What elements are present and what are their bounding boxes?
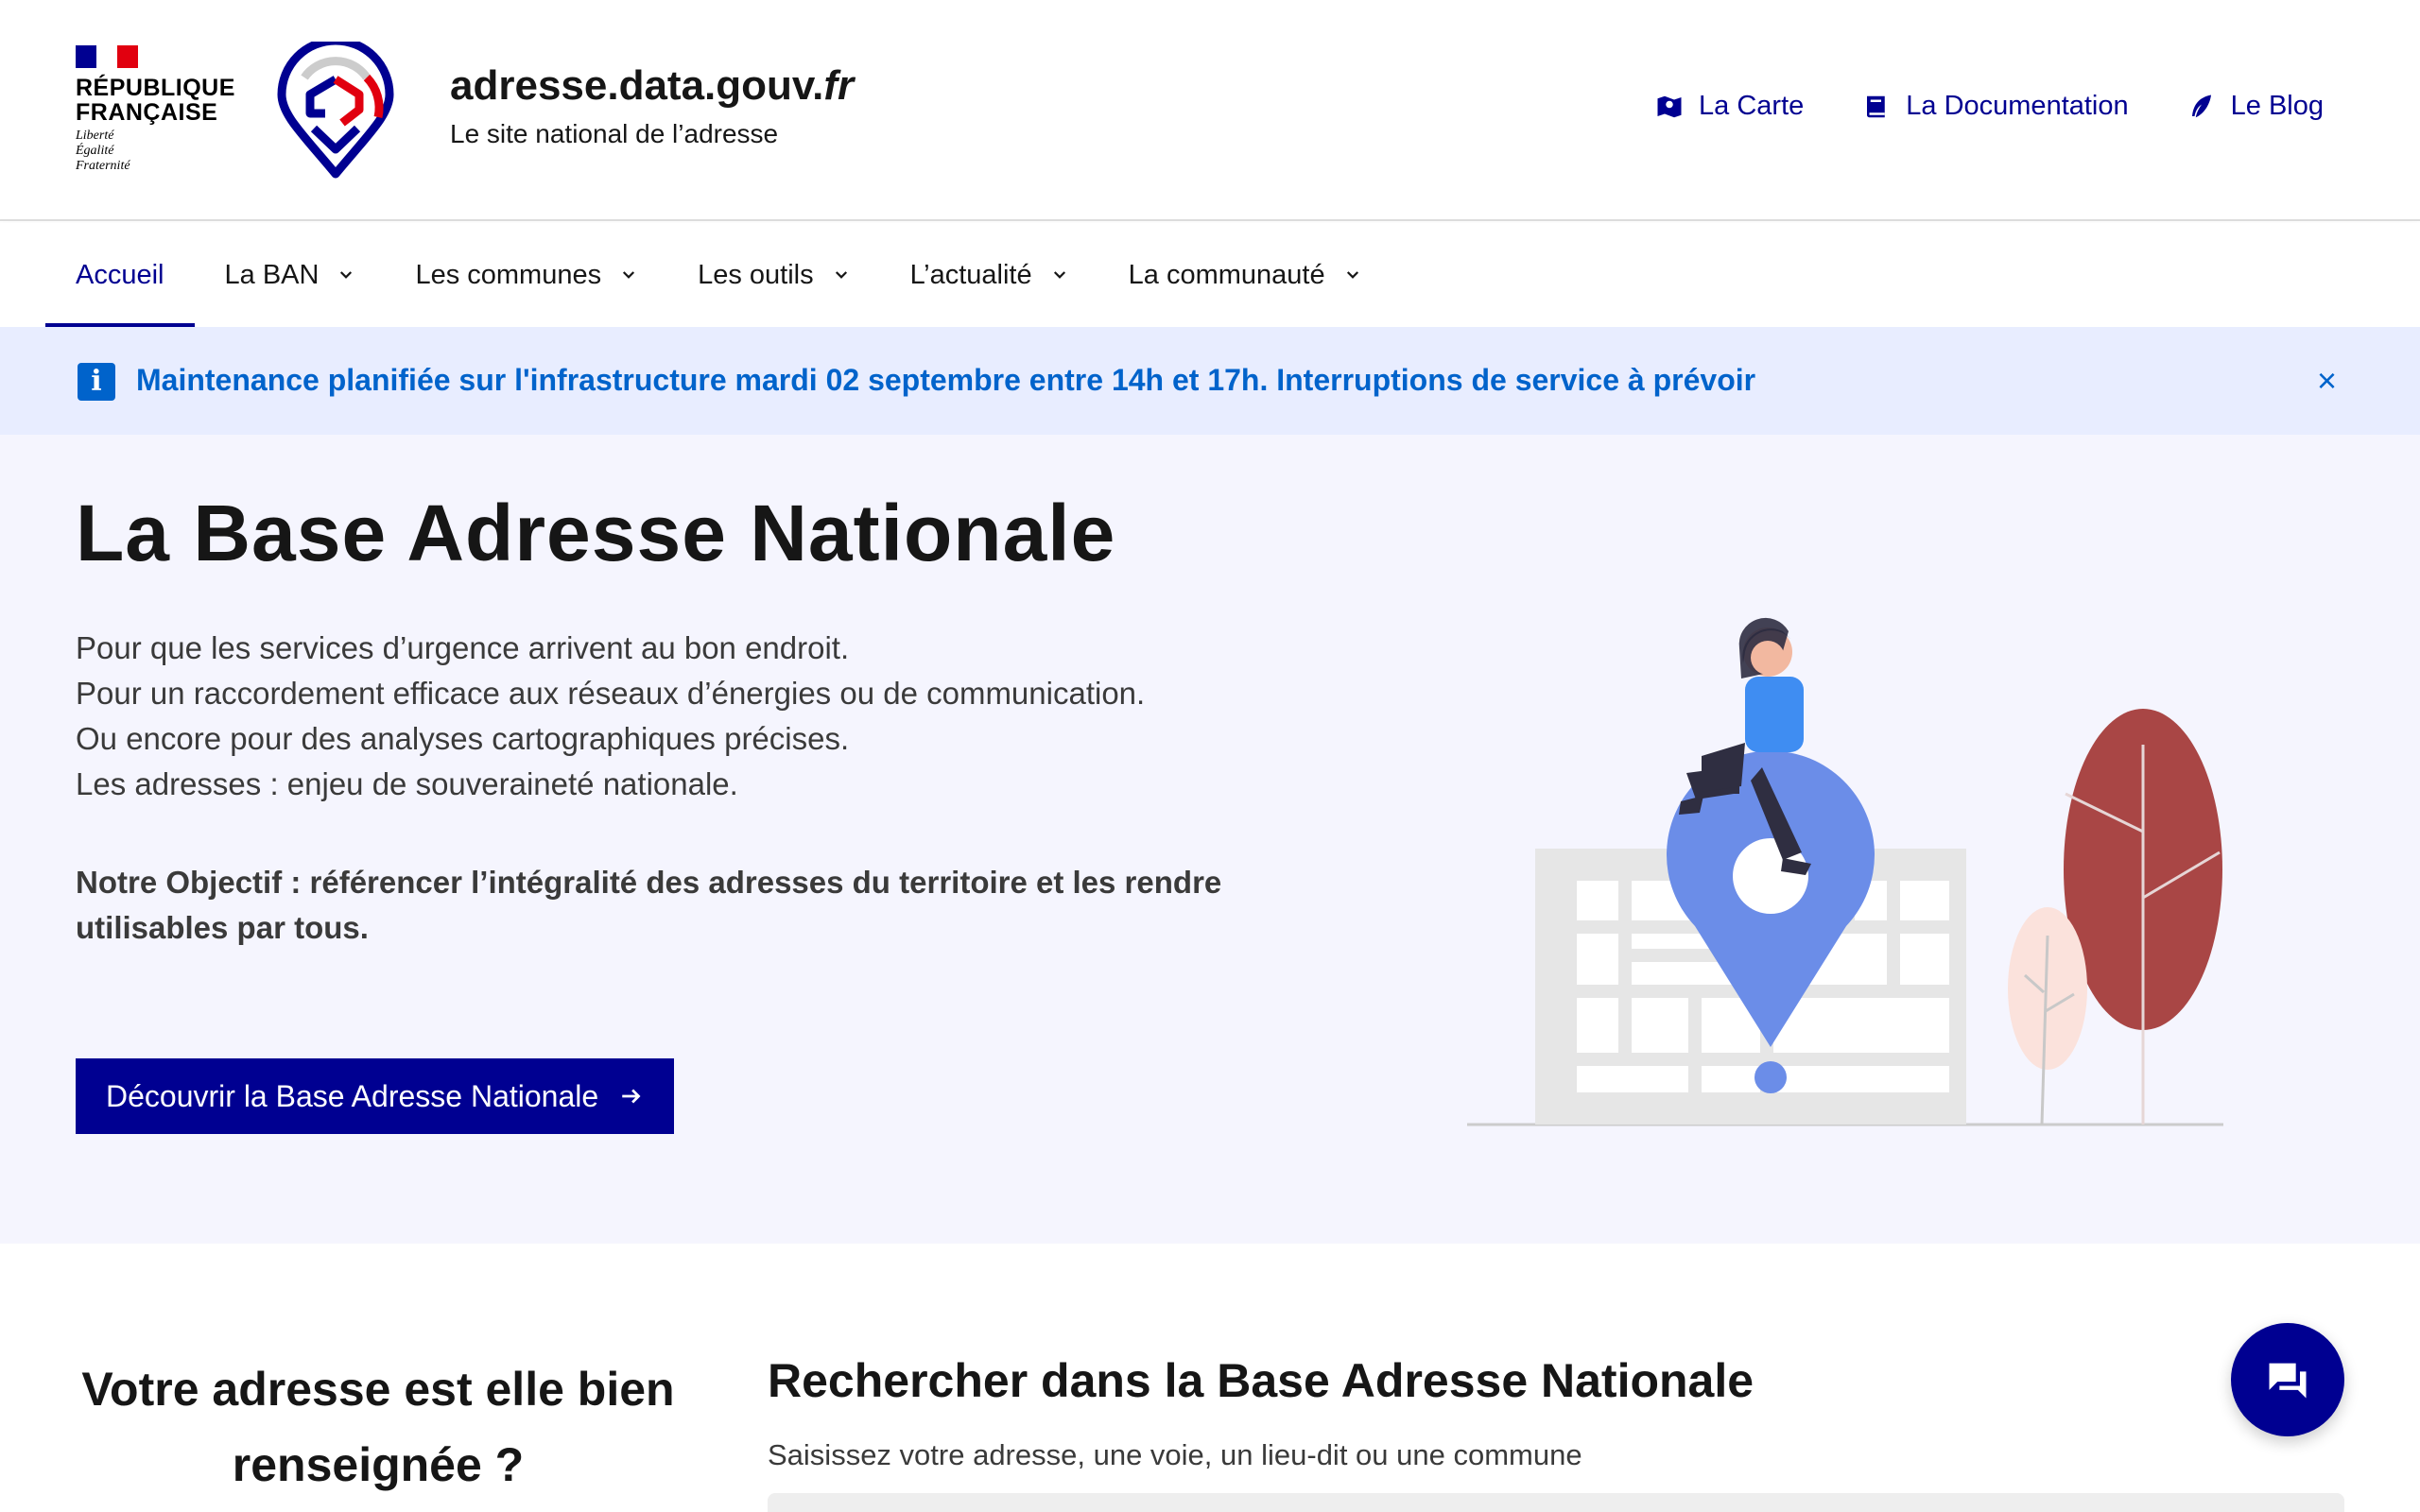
nav-item-label: L’actualité xyxy=(909,259,1032,290)
tool-links: La Carte La Documentation Le Blog xyxy=(1655,91,2324,122)
documentation-link[interactable]: La Documentation xyxy=(1862,91,2129,122)
hero-line: Pour un raccordement efficace aux réseau… xyxy=(76,676,1146,711)
search-subtitle: Saisissez votre adresse, une voie, un li… xyxy=(768,1438,1582,1471)
hero-line: Pour que les services d’urgence arrivent… xyxy=(76,630,850,665)
feather-icon xyxy=(2191,94,2211,117)
nav-item-ban[interactable]: La BAN xyxy=(195,223,386,327)
hero-line: Les adresses : enjeu de souveraineté nat… xyxy=(76,766,738,801)
chevron-down-icon xyxy=(1053,271,1065,279)
map-icon xyxy=(1657,95,1682,117)
site-tagline: Le site national de l’adresse xyxy=(450,119,779,148)
rf-name: RÉPUBLIQUE FRANÇAISE xyxy=(76,75,235,126)
map-link-label: La Carte xyxy=(1699,91,1805,121)
nav-item-outils[interactable]: Les outils xyxy=(667,223,880,327)
close-icon[interactable]: × xyxy=(2317,361,2337,401)
hero-description: Pour que les services d’urgence arrivent… xyxy=(76,626,1145,807)
chat-icon xyxy=(2269,1363,2307,1399)
site-title[interactable]: adresse.data.gouv.fr xyxy=(450,62,854,110)
discover-ban-button[interactable]: Découvrir la Base Adresse Nationale xyxy=(76,1058,675,1134)
documentation-link-label: La Documentation xyxy=(1906,91,2129,121)
main-nav: Accueil La BAN Les communes Les outils L… xyxy=(0,223,2420,327)
adresse-pin-logo-icon[interactable] xyxy=(276,42,395,180)
chevron-down-icon xyxy=(835,271,847,279)
hero-illustration xyxy=(1467,617,2223,1126)
republique-francaise-logo[interactable]: RÉPUBLIQUE FRANÇAISE Liberté Égalité Fra… xyxy=(76,45,234,178)
nav-item-label: Les communes xyxy=(415,259,602,290)
blog-link-label: Le Blog xyxy=(2230,91,2324,121)
discover-ban-button-label: Découvrir la Base Adresse Nationale xyxy=(106,1078,599,1113)
search-title: Rechercher dans la Base Adresse National… xyxy=(768,1354,1754,1407)
nav-item-communaute[interactable]: La communauté xyxy=(1098,223,1392,327)
nav-item-label: La BAN xyxy=(224,259,320,290)
maintenance-notice: i Maintenance planifiée sur l'infrastruc… xyxy=(0,327,2420,435)
rf-motto: Liberté Égalité Fraternité xyxy=(76,129,130,173)
page-title: La Base Adresse Nationale xyxy=(76,489,1116,577)
hero-line: Ou encore pour des analyses cartographiq… xyxy=(76,721,850,756)
nav-item-actualite[interactable]: L’actualité xyxy=(880,223,1098,327)
chevron-down-icon xyxy=(623,271,635,279)
chat-button[interactable] xyxy=(2231,1323,2344,1436)
search-input[interactable] xyxy=(768,1493,2344,1512)
nav-item-label: Les outils xyxy=(698,259,814,290)
blog-link[interactable]: Le Blog xyxy=(2187,91,2324,122)
nav-item-communes[interactable]: Les communes xyxy=(385,223,667,327)
chevron-down-icon xyxy=(1346,271,1358,279)
hero-section: La Base Adresse Nationale Pour que les s… xyxy=(0,435,2420,1244)
notice-text: Maintenance planifiée sur l'infrastructu… xyxy=(136,363,1756,397)
map-link[interactable]: La Carte xyxy=(1655,91,1804,122)
hero-goal: Notre Objectif : référencer l’intégralit… xyxy=(76,865,1222,945)
info-icon: i xyxy=(78,363,115,401)
french-flag-icon xyxy=(76,45,138,68)
book-icon xyxy=(1867,95,1886,117)
site-header: RÉPUBLIQUE FRANÇAISE Liberté Égalité Fra… xyxy=(0,0,2420,221)
chevron-down-icon xyxy=(340,271,353,279)
address-check-title: Votre adresse est elle bien renseignée ? xyxy=(81,1363,675,1491)
nav-item-label: La communauté xyxy=(1128,259,1325,290)
nav-item-label: Accueil xyxy=(76,259,164,290)
nav-item-accueil[interactable]: Accueil xyxy=(45,223,195,327)
arrow-right-icon xyxy=(622,1089,641,1104)
